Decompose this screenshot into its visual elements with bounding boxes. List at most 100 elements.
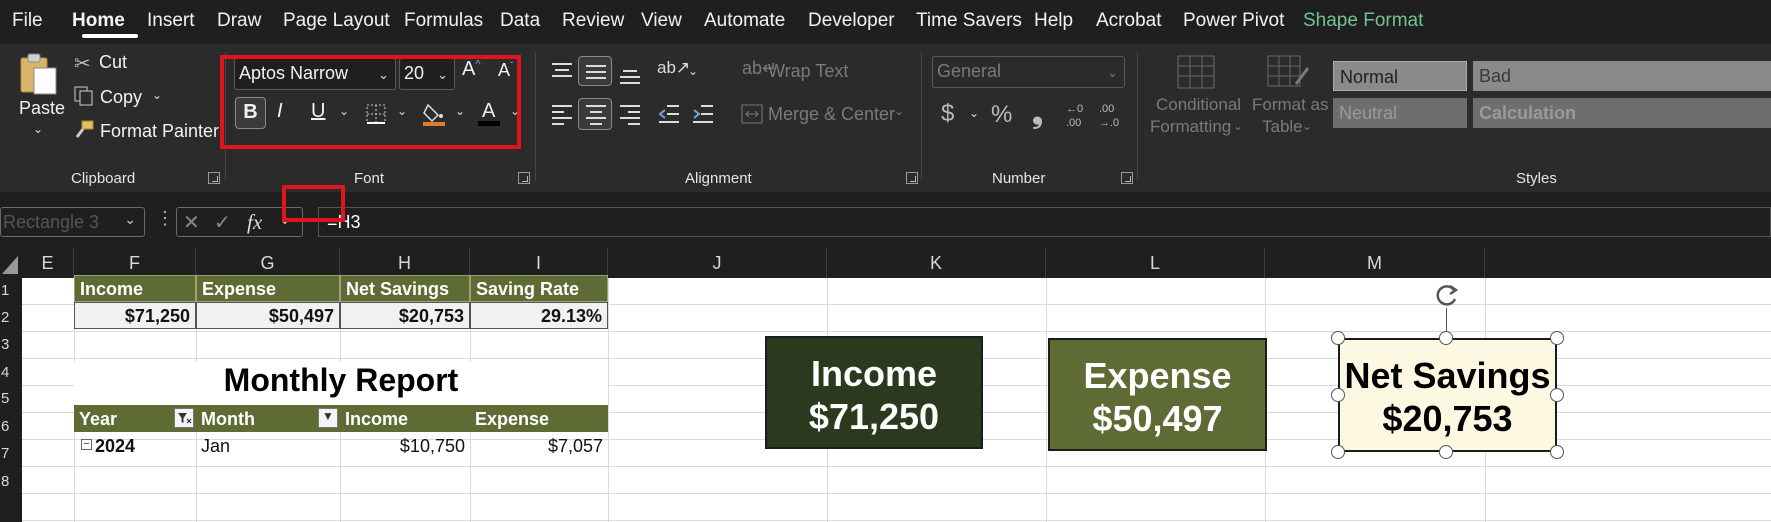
format-painter-button[interactable]: Format Painter — [100, 121, 219, 142]
column-header-j[interactable]: J — [608, 248, 827, 278]
summary-header-expense[interactable]: Expense — [196, 275, 340, 302]
decrease-indent-icon[interactable] — [657, 103, 681, 125]
table-header-expense[interactable]: Expense — [470, 405, 608, 432]
enter-check-icon[interactable]: ✓ — [214, 210, 231, 235]
table-cell-year[interactable]: 2024 — [90, 432, 196, 459]
currency-format-button[interactable]: $ — [941, 100, 954, 128]
summary-value-income[interactable]: $71,250 — [74, 302, 196, 329]
paste-dropdown-chevron-icon[interactable]: ⌄ — [33, 122, 43, 136]
paste-button[interactable]: Paste — [19, 98, 65, 119]
resize-handle-right[interactable] — [1550, 388, 1564, 402]
format-as-table-chevron-icon[interactable]: ⌄ — [1302, 119, 1312, 133]
style-normal[interactable]: Normal — [1333, 61, 1467, 91]
format-as-table-line1[interactable]: Format as — [1252, 95, 1329, 115]
tab-automate[interactable]: Automate — [704, 10, 785, 32]
tab-page-layout[interactable]: Page Layout — [283, 10, 390, 32]
font-size-dropdown[interactable]: 20 ⌄ — [399, 58, 455, 90]
tab-insert[interactable]: Insert — [147, 10, 195, 32]
increase-decimal-icon[interactable]: ←0.00 — [1063, 100, 1093, 130]
table-cell-month[interactable]: Jan — [196, 432, 340, 459]
report-title[interactable]: Monthly Report — [74, 362, 608, 406]
align-right-icon[interactable] — [618, 103, 642, 125]
row-header-1[interactable]: 1 — [0, 282, 22, 299]
style-calculation[interactable]: Calculation — [1473, 98, 1771, 128]
font-launcher-icon[interactable] — [518, 172, 530, 184]
conditional-formatting-chevron-icon[interactable]: ⌄ — [1233, 119, 1243, 133]
decrease-decimal-icon[interactable]: .00→.0 — [1096, 100, 1126, 130]
comma-style-button[interactable]: ❟ — [1032, 98, 1043, 131]
orientation-icon[interactable]: ab↗ — [657, 58, 690, 78]
column-header-e[interactable]: E — [22, 248, 74, 278]
number-format-dropdown[interactable]: General ⌄ — [932, 56, 1125, 88]
resize-handle-top-left[interactable] — [1331, 331, 1345, 345]
worksheet-grid[interactable]: E F G H I J K L M 1 2 3 4 5 6 7 8 Income… — [0, 248, 1771, 522]
row-header-4[interactable]: 4 — [0, 364, 22, 381]
merge-dropdown-chevron-icon[interactable]: ⌄ — [894, 104, 904, 118]
conditional-formatting-line1[interactable]: Conditional — [1156, 95, 1241, 115]
tab-file[interactable]: File — [12, 10, 43, 32]
column-header-f[interactable]: F — [74, 248, 196, 278]
cancel-icon[interactable]: ✕ — [183, 210, 200, 235]
borders-icon[interactable] — [365, 103, 387, 125]
tab-home[interactable]: Home — [72, 10, 125, 32]
clipboard-launcher-icon[interactable] — [208, 172, 220, 184]
conditional-formatting-line2[interactable]: Formatting — [1150, 117, 1231, 137]
tab-developer[interactable]: Developer — [808, 10, 895, 32]
align-left-icon[interactable] — [550, 103, 574, 125]
formula-input[interactable]: =H3 — [318, 207, 1771, 237]
column-header-h[interactable]: H — [340, 248, 470, 278]
column-header-g[interactable]: G — [196, 248, 340, 278]
increase-indent-icon[interactable] — [691, 103, 715, 125]
underline-button[interactable]: U — [311, 100, 325, 123]
copy-dropdown-chevron-icon[interactable]: ⌄ — [152, 88, 162, 102]
increase-font-size-icon[interactable]: A^ — [462, 58, 481, 81]
fill-color-icon[interactable] — [422, 101, 446, 127]
more-options-icon[interactable]: ⋮ — [156, 208, 174, 229]
resize-handle-top-right[interactable] — [1550, 331, 1564, 345]
column-header-m[interactable]: M — [1265, 248, 1485, 278]
table-cell-expense[interactable]: $7,057 — [470, 432, 608, 459]
tab-draw[interactable]: Draw — [217, 10, 261, 32]
percent-format-button[interactable]: % — [991, 101, 1012, 129]
font-name-dropdown[interactable]: Aptos Narrow ⌄ — [234, 58, 396, 90]
tab-time-savers[interactable]: Time Savers — [916, 10, 1022, 32]
resize-handle-left[interactable] — [1331, 388, 1345, 402]
insert-function-button[interactable]: fx — [247, 210, 262, 235]
row-header-5[interactable]: 5 — [0, 390, 22, 407]
wrap-text-button[interactable]: Wrap Text — [768, 61, 848, 82]
style-neutral[interactable]: Neutral — [1333, 98, 1467, 128]
tab-view[interactable]: View — [641, 10, 682, 32]
tab-formulas[interactable]: Formulas — [404, 10, 483, 32]
row-header-2[interactable]: 2 — [0, 309, 22, 326]
font-color-icon[interactable]: A — [477, 99, 501, 127]
column-header-k[interactable]: K — [827, 248, 1046, 278]
income-card[interactable]: Income $71,250 — [765, 336, 983, 449]
align-bottom-icon[interactable] — [618, 65, 642, 85]
dropdown-arrow-icon[interactable]: ▼ — [318, 408, 338, 428]
resize-handle-bottom-left[interactable] — [1331, 445, 1345, 459]
summary-header-saving-rate[interactable]: Saving Rate — [470, 275, 608, 302]
column-header-i[interactable]: I — [470, 248, 608, 278]
decrease-font-size-icon[interactable]: Aˇ — [498, 60, 513, 81]
table-cell-income[interactable]: $10,750 — [340, 432, 470, 459]
tab-help[interactable]: Help — [1034, 10, 1073, 32]
summary-value-expense[interactable]: $50,497 — [196, 302, 340, 329]
fill-color-dropdown-chevron-icon[interactable]: ⌄ — [455, 104, 465, 118]
row-header-8[interactable]: 8 — [0, 473, 22, 490]
format-as-table-line2[interactable]: Table — [1262, 117, 1303, 137]
filter-active-button[interactable] — [174, 408, 194, 428]
tab-data[interactable]: Data — [500, 10, 540, 32]
summary-value-net-savings[interactable]: $20,753 — [340, 302, 470, 329]
paste-icon[interactable] — [18, 50, 60, 98]
resize-handle-top[interactable] — [1439, 331, 1453, 345]
copy-button[interactable]: Copy — [100, 87, 142, 108]
font-color-dropdown-chevron-icon[interactable]: ⌄ — [510, 104, 520, 118]
align-top-icon[interactable] — [550, 61, 574, 81]
expense-card[interactable]: Expense $50,497 — [1048, 338, 1267, 451]
tab-power-pivot[interactable]: Power Pivot — [1183, 10, 1284, 32]
summary-header-income[interactable]: Income — [74, 275, 196, 302]
tab-shape-format[interactable]: Shape Format — [1303, 10, 1423, 32]
net-savings-card[interactable]: Net Savings $20,753 — [1338, 338, 1557, 452]
rotate-handle-icon[interactable] — [1432, 280, 1462, 310]
table-header-income[interactable]: Income — [340, 405, 470, 432]
